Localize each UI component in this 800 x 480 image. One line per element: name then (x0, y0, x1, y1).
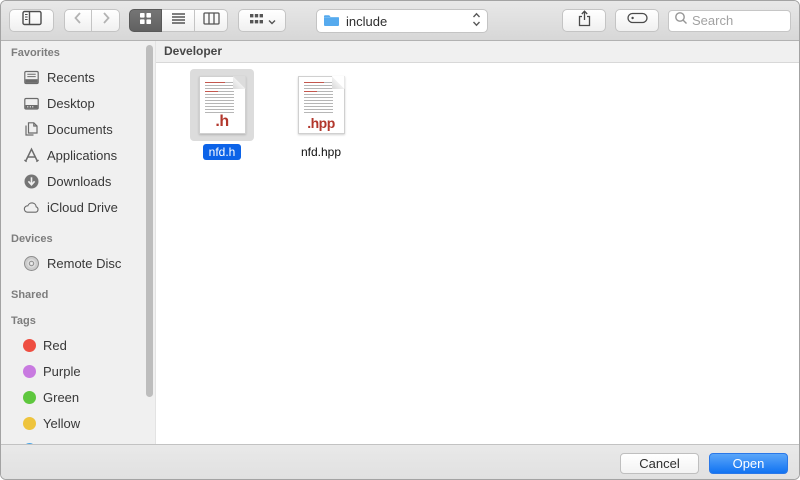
open-button[interactable]: Open (709, 453, 788, 474)
file-browser-pane: Developer .h nfd.h (156, 41, 799, 444)
sidebar-item-downloads[interactable]: Downloads (1, 168, 155, 194)
tag-color-dot (23, 443, 36, 445)
sidebar-item-label: Desktop (47, 96, 95, 111)
sidebar-item-tag-purple[interactable]: Purple (1, 358, 155, 384)
view-mode-switcher (129, 9, 228, 32)
sidebar-item-label: Yellow (43, 416, 80, 431)
open-dialog-window: include (0, 0, 800, 480)
list-view-icon (171, 12, 186, 30)
sidebar-scrollbar-thumb[interactable] (146, 45, 153, 397)
arrange-button[interactable] (238, 9, 286, 32)
share-button[interactable] (562, 9, 606, 32)
sidebar-item-tag-red[interactable]: Red (1, 332, 155, 358)
list-view-button[interactable] (162, 9, 195, 32)
file-grid: .h nfd.h .hpp nfd.hpp (156, 63, 799, 160)
column-view-button[interactable] (195, 9, 228, 32)
disc-icon (23, 255, 40, 272)
forward-button[interactable] (92, 9, 120, 32)
desktop-icon (23, 95, 40, 112)
dialog-footer: Cancel Open (1, 444, 799, 480)
header-file-icon: .h (199, 76, 246, 134)
navigation-buttons (64, 9, 120, 32)
back-button[interactable] (64, 9, 92, 32)
sidebar-item-desktop[interactable]: Desktop (1, 90, 155, 116)
chevron-right-icon (101, 11, 111, 30)
dialog-body: Favorites Recents (1, 41, 799, 444)
sidebar-item-label: Documents (47, 122, 113, 137)
sidebar-toggle-button[interactable] (9, 9, 54, 32)
chevron-down-icon (268, 12, 276, 30)
share-icon (577, 10, 592, 32)
file-name-label[interactable]: nfd.h (203, 144, 242, 160)
sidebar-item-label: Recents (47, 70, 95, 85)
grid-view-icon (139, 12, 152, 30)
toolbar: include (1, 1, 799, 41)
tag-color-dot (23, 391, 36, 404)
sidebar-item-remote-disc[interactable]: Remote Disc (1, 250, 155, 276)
tag-color-dot (23, 339, 36, 352)
tag-icon (627, 11, 648, 30)
applications-icon (23, 147, 40, 164)
icloud-icon (23, 199, 40, 216)
tag-color-dot (23, 417, 36, 430)
folder-icon (323, 13, 340, 30)
sidebar-item-label: Purple (43, 364, 81, 379)
file-tile-nfd-hpp[interactable]: .hpp nfd.hpp (288, 69, 354, 160)
sidebar-section-devices: Devices (11, 233, 155, 246)
cancel-button[interactable]: Cancel (620, 453, 699, 474)
sidebar-item-tag-partial[interactable] (1, 436, 155, 444)
search-field[interactable] (668, 10, 791, 32)
sidebar-item-recents[interactable]: Recents (1, 64, 155, 90)
sidebar-item-tag-green[interactable]: Green (1, 384, 155, 410)
downloads-icon (23, 173, 40, 190)
toolbar-right-cluster (562, 9, 791, 32)
file-name-label[interactable]: nfd.hpp (295, 144, 347, 160)
file-extension-badge: .h (200, 113, 245, 131)
sidebar-item-label: iCloud Drive (47, 200, 118, 215)
chevron-left-icon (73, 11, 83, 30)
recents-icon (23, 69, 40, 86)
icon-view-button[interactable] (129, 9, 162, 32)
sidebar-item-label: Remote Disc (47, 256, 121, 271)
sidebar: Favorites Recents (1, 41, 156, 444)
file-extension-badge: .hpp (299, 115, 344, 131)
search-input[interactable] (692, 13, 785, 28)
documents-icon (23, 121, 40, 138)
file-tile-nfd-h[interactable]: .h nfd.h (189, 69, 255, 160)
tags-toolbar-button[interactable] (615, 9, 659, 32)
file-icon-text-lines (304, 82, 333, 114)
header-file-icon: .hpp (298, 76, 345, 134)
sidebar-section-favorites: Favorites (11, 47, 155, 60)
column-view-icon (203, 12, 220, 30)
sidebar-item-label: Downloads (47, 174, 111, 189)
sidebar-item-tag-yellow[interactable]: Yellow (1, 410, 155, 436)
file-icon-text-lines (205, 82, 234, 114)
location-popup-value: include (346, 14, 387, 29)
sidebar-section-tags: Tags (11, 315, 155, 328)
tag-color-dot (23, 365, 36, 378)
file-icon-wrap: .hpp (289, 69, 353, 141)
group-header: Developer (156, 41, 799, 63)
sidebar-section-shared: Shared (11, 289, 155, 302)
group-view-icon (249, 12, 264, 30)
sidebar-item-documents[interactable]: Documents (1, 116, 155, 142)
sidebar-item-label: Applications (47, 148, 117, 163)
search-icon (674, 11, 688, 30)
file-icon-selection-highlight: .h (190, 69, 254, 141)
sidebar-item-label: Green (43, 390, 79, 405)
location-popup[interactable]: include (316, 9, 488, 33)
popup-updown-icon (472, 12, 481, 30)
sidebar-item-applications[interactable]: Applications (1, 142, 155, 168)
sidebar-item-icloud-drive[interactable]: iCloud Drive (1, 194, 155, 220)
sidebar-item-label: Red (43, 338, 67, 353)
sidebar-toggle-icon (22, 10, 42, 31)
